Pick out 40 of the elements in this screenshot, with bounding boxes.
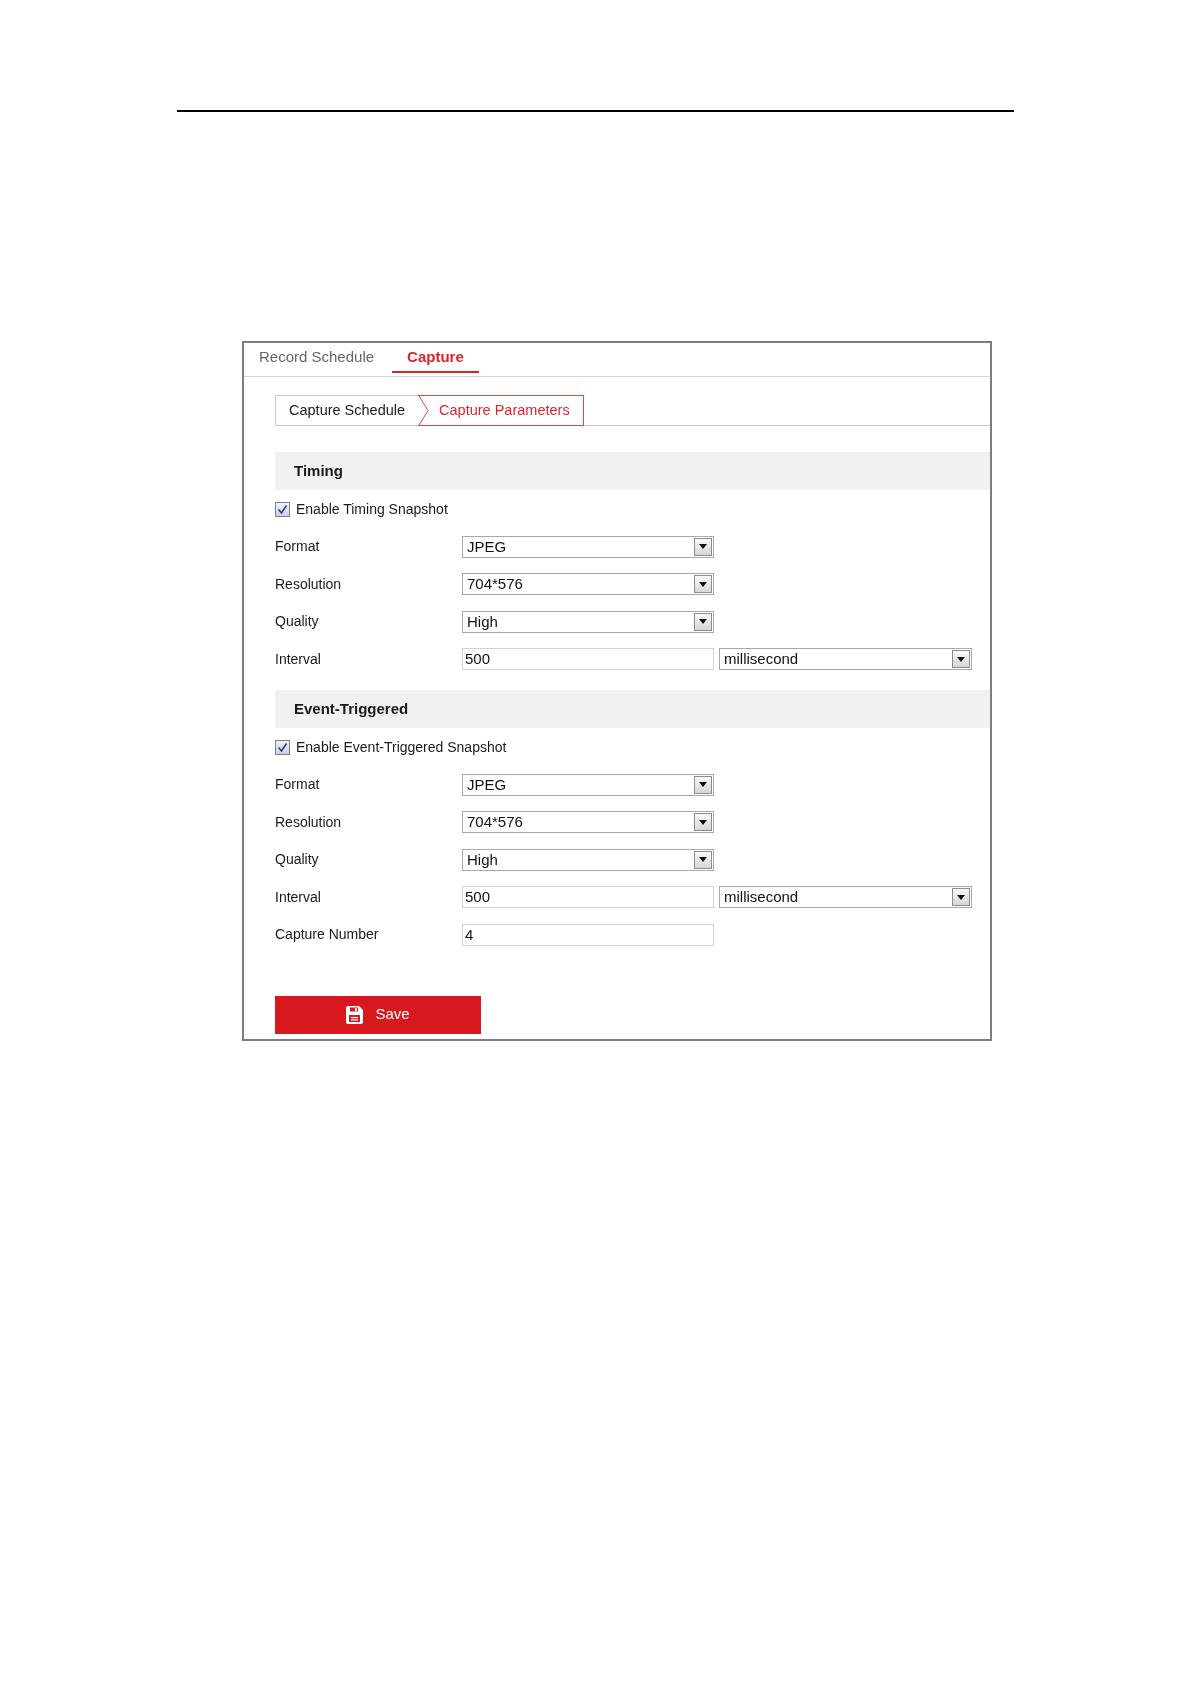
dropdown-select[interactable]: High (462, 610, 714, 633)
checkbox[interactable] (275, 739, 290, 755)
caret-icon[interactable] (694, 813, 712, 832)
field-label: Quality (275, 612, 320, 632)
checkbox-label: Enable Timing Snapshot (296, 499, 448, 519)
field-label: Resolution (275, 574, 343, 594)
caret-icon[interactable] (694, 575, 712, 594)
text-input[interactable]: 500 (462, 648, 714, 671)
dropdown-select[interactable]: millisecond (719, 648, 972, 671)
field-label: Quality (275, 850, 320, 870)
text-input[interactable]: 500 (462, 886, 714, 909)
field-label: Interval (275, 887, 322, 907)
sub-tab[interactable]: Capture Parameters (418, 395, 584, 426)
dropdown-select[interactable]: millisecond (719, 886, 972, 909)
caret-icon[interactable] (694, 850, 712, 869)
tab[interactable]: Record Schedule (244, 343, 390, 373)
caret-icon[interactable] (694, 612, 712, 631)
tab[interactable]: Capture (392, 343, 479, 373)
field-label: Interval (275, 649, 322, 669)
checkbox-label: Enable Event-Triggered Snapshot (296, 737, 507, 757)
section-header: Timing (275, 452, 990, 490)
field-label: Resolution (275, 812, 343, 832)
dropdown-select[interactable]: 704*576 (462, 811, 714, 834)
field-label: Capture Number (275, 925, 380, 945)
save-button[interactable]: Save (275, 995, 481, 1034)
caret-icon[interactable] (694, 775, 712, 794)
field-label: Format (275, 775, 321, 795)
sub-tab[interactable]: Capture Schedule (275, 395, 419, 426)
dropdown-select[interactable]: High (462, 848, 714, 871)
text-input[interactable]: 4 (462, 923, 714, 946)
dropdown-select[interactable]: JPEG (462, 535, 714, 558)
section-header: Event-Triggered (275, 690, 990, 728)
dropdown-select[interactable]: 704*576 (462, 573, 714, 596)
field-label: Format (275, 537, 321, 557)
checkbox[interactable] (275, 501, 290, 517)
caret-icon[interactable] (952, 650, 970, 669)
caret-icon[interactable] (952, 888, 970, 907)
dropdown-select[interactable]: JPEG (462, 773, 714, 796)
caret-icon[interactable] (694, 537, 712, 556)
chevron-icon (418, 395, 430, 426)
